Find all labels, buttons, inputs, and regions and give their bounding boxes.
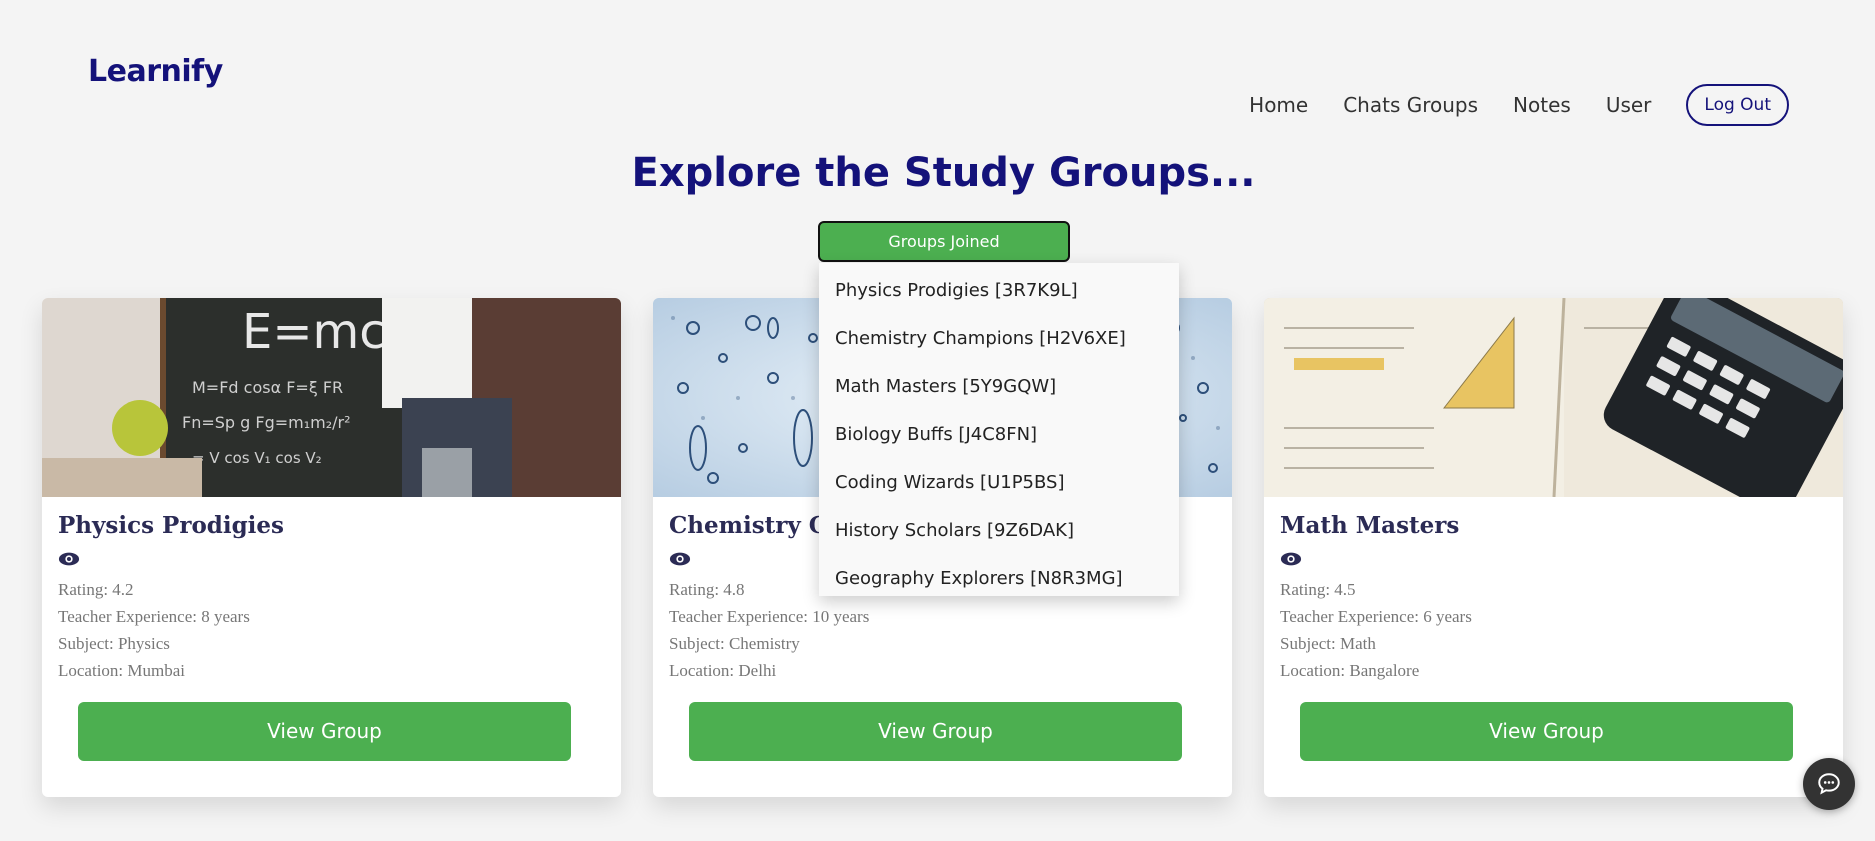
dropdown-item[interactable]: Physics Prodigies [3R7K9L]: [819, 267, 1179, 315]
card-rating: Rating: 4.2: [58, 580, 134, 599]
nav-home[interactable]: Home: [1249, 93, 1308, 117]
brand-logo[interactable]: Learnify: [88, 54, 223, 89]
card-title: Math Masters: [1280, 512, 1460, 539]
card-subject: Subject: Physics: [58, 634, 170, 653]
card-rating: Rating: 4.5: [1280, 580, 1356, 599]
card-info: Rating: 4.5 Teacher Experience: 6 years …: [1280, 576, 1472, 684]
dropdown-item[interactable]: Biology Buffs [J4C8FN]: [819, 411, 1179, 459]
card-experience: Teacher Experience: 8 years: [58, 607, 250, 626]
card-location: Location: Mumbai: [58, 661, 186, 680]
card-photo-physics: E=mc² M=Fd cosα F=ξ FR Fn=Sp g Fg=m₁m₂/r…: [42, 298, 621, 497]
eye-icon[interactable]: [1280, 551, 1302, 567]
card-title: Physics Prodigies: [58, 512, 285, 539]
nav-user[interactable]: User: [1606, 93, 1652, 117]
view-group-button[interactable]: View Group: [78, 702, 571, 761]
dropdown-item[interactable]: Math Masters [5Y9GQW]: [819, 363, 1179, 411]
dropdown-item[interactable]: Geography Explorers [N8R3MG]: [819, 555, 1179, 603]
card-experience: Teacher Experience: 10 years: [669, 607, 870, 626]
card-experience: Teacher Experience: 6 years: [1280, 607, 1472, 626]
group-card-physics: E=mc² M=Fd cosα F=ξ FR Fn=Sp g Fg=m₁m₂/r…: [42, 298, 621, 797]
view-group-button[interactable]: View Group: [689, 702, 1182, 761]
chat-fab-button[interactable]: [1803, 758, 1855, 810]
card-info: Rating: 4.2 Teacher Experience: 8 years …: [58, 576, 250, 684]
groups-joined-dropdown: Physics Prodigies [3R7K9L] Chemistry Cha…: [819, 263, 1179, 596]
card-subject: Subject: Math: [1280, 634, 1376, 653]
groups-joined-button[interactable]: Groups Joined: [818, 221, 1070, 262]
view-group-button[interactable]: View Group: [1300, 702, 1793, 761]
math-book-calculator-illustration: [1264, 298, 1843, 497]
main-nav: Home Chats Groups Notes User Log Out: [1249, 84, 1789, 126]
nav-notes[interactable]: Notes: [1513, 93, 1571, 117]
group-card-math: Math Masters Rating: 4.5 Teacher Experie…: [1264, 298, 1843, 797]
card-location: Location: Delhi: [669, 661, 777, 680]
dropdown-item[interactable]: Chemistry Champions [H2V6XE]: [819, 315, 1179, 363]
svg-text:M=Fd cosα F=ξ FR: M=Fd cosα F=ξ FR: [192, 378, 343, 397]
physics-photo-label: E=mc²: [242, 304, 405, 360]
nav-chats-groups[interactable]: Chats Groups: [1343, 93, 1478, 117]
dropdown-item[interactable]: Coding Wizards [U1P5BS]: [819, 459, 1179, 507]
card-photo-math: [1264, 298, 1843, 497]
page-title: Explore the Study Groups...: [631, 150, 1256, 196]
card-location: Location: Bangalore: [1280, 661, 1420, 680]
logout-button[interactable]: Log Out: [1686, 84, 1789, 126]
svg-text:= V cos V₁ cos V₂: = V cos V₁ cos V₂: [192, 449, 322, 467]
eye-icon[interactable]: [669, 551, 691, 567]
eye-icon[interactable]: [58, 551, 80, 567]
card-subject: Subject: Chemistry: [669, 634, 800, 653]
chat-bubble-icon: [1818, 773, 1840, 795]
physics-photo-illustration: E=mc² M=Fd cosα F=ξ FR Fn=Sp g Fg=m₁m₂/r…: [42, 298, 621, 497]
dropdown-item[interactable]: History Scholars [9Z6DAK]: [819, 507, 1179, 555]
svg-text:Fn=Sp g Fg=m₁m₂/r²: Fn=Sp g Fg=m₁m₂/r²: [182, 413, 351, 432]
